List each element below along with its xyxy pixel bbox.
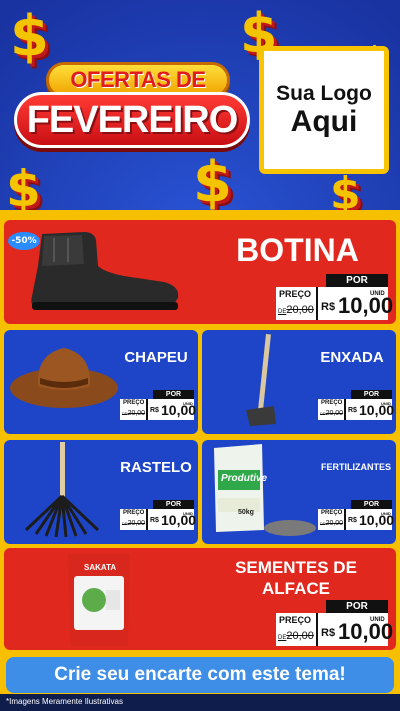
price-por-label: POR xyxy=(351,500,392,509)
currency-symbol: R$ xyxy=(321,627,336,639)
price-old: PREÇO DE20,00 xyxy=(120,399,146,420)
unit-label: UNID xyxy=(370,291,385,297)
product-name: RASTELO xyxy=(120,459,192,476)
create-flyer-button[interactable]: Crie seu encarte com este tema! xyxy=(6,657,394,693)
price-por-label: POR xyxy=(351,390,392,399)
price-old: PREÇO DE20,00 xyxy=(276,613,316,646)
old-price: DE20,00 xyxy=(122,520,146,527)
price-old: PREÇO DE20,00 xyxy=(318,509,344,530)
currency-symbol: R$ xyxy=(321,301,336,313)
bag-brand: Produtive xyxy=(221,473,268,484)
price-new: R$ 10,00 UNID xyxy=(316,287,393,320)
price-preco-label: PREÇO xyxy=(321,510,343,516)
boot-icon xyxy=(31,232,179,310)
product-name-line2: ALFACE xyxy=(262,579,330,598)
price-por-label: POR xyxy=(326,274,388,287)
price-old: PREÇO DE20,00 xyxy=(120,509,146,530)
unit-label: UNID xyxy=(381,401,391,406)
unit-label: UNID xyxy=(381,511,391,516)
price-preco-label: PREÇO xyxy=(123,510,145,516)
product-name-line1: SEMENTES DE xyxy=(235,558,357,577)
product-name: CHAPEU xyxy=(124,349,188,366)
currency-symbol: R$ xyxy=(150,517,159,524)
product-name: ENXADA xyxy=(320,349,384,366)
logo-text-line2: Aqui xyxy=(290,105,358,139)
old-price: DE20,00 xyxy=(320,410,344,417)
product-name: SEMENTES DE ALFACE xyxy=(214,557,378,599)
price-new: R$ 10,00 UNID xyxy=(146,509,196,530)
unit-label: UNID xyxy=(370,617,385,623)
price-old: PREÇO DE20,00 xyxy=(318,399,344,420)
old-price: DE20,00 xyxy=(320,520,344,527)
header-title: OFERTAS DE FEVEREIRO xyxy=(14,62,250,154)
price-preco-label: PREÇO xyxy=(279,289,312,299)
product-name: FERTILIZANTES xyxy=(321,462,391,472)
price-preco-label: PREÇO xyxy=(321,400,343,406)
currency-symbol: R$ xyxy=(348,407,357,414)
currency-symbol: R$ xyxy=(348,517,357,524)
rake-icon xyxy=(24,442,100,538)
packet-brand: SAKATA xyxy=(84,563,117,572)
title-line2-badge: FEVEREIRO xyxy=(14,92,250,148)
title-line2: FEVEREIRO xyxy=(26,98,239,141)
unit-label: UNID xyxy=(183,401,193,406)
hat-icon xyxy=(10,348,118,408)
price-tag: POR PREÇO DE20,00 R$ 10,00 UNID xyxy=(276,600,393,646)
price-tag: POR PREÇO DE20,00 R$ 10,00 UNID xyxy=(276,274,393,320)
price-tag: POR PREÇO DE20,00 R$ 10,00 UNID xyxy=(120,500,196,530)
bag-weight: 50kg xyxy=(238,509,254,516)
dollar-sign-icon: $ xyxy=(193,150,232,215)
price-old: PREÇO DE20,00 xyxy=(276,287,316,320)
flyer-page: $ $ $ $ $ $ OFERTAS DE FEVEREIRO Sua Log… xyxy=(0,0,400,711)
dollar-sign-icon: $ xyxy=(10,4,49,69)
price-por-label: POR xyxy=(326,600,388,613)
old-price: DE20,00 xyxy=(278,630,314,642)
discount-badge: -50% xyxy=(8,232,40,250)
price-tag: POR PREÇO DE20,00 R$ 10,00 UNID xyxy=(318,390,394,420)
price-new: R$ 10,00 UNID xyxy=(344,509,394,530)
product-name: BOTINA xyxy=(236,232,359,268)
old-price: DE20,00 xyxy=(122,410,146,417)
footer-bar: *Imagens Meramente Ilustrativas xyxy=(0,694,400,711)
logo-placeholder[interactable]: Sua Logo Aqui xyxy=(259,46,389,174)
disclaimer-text: *Imagens Meramente Ilustrativas xyxy=(6,697,123,706)
price-por-label: POR xyxy=(153,500,194,509)
price-preco-label: PREÇO xyxy=(123,400,145,406)
currency-symbol: R$ xyxy=(150,407,159,414)
price-tag: POR PREÇO DE20,00 R$ 10,00 UNID xyxy=(318,500,394,530)
price-new: R$ 10,00 UNID xyxy=(316,613,393,646)
price-new: R$ 10,00 UNID xyxy=(344,399,394,420)
title-line1: OFERTAS DE xyxy=(70,67,206,92)
fertilizer-bag-icon xyxy=(214,444,316,536)
logo-text-line1: Sua Logo xyxy=(276,81,372,105)
hoe-icon xyxy=(246,333,276,426)
unit-label: UNID xyxy=(183,511,193,516)
price-tag: POR PREÇO DE20,00 R$ 10,00 UNID xyxy=(120,390,196,420)
price-preco-label: PREÇO xyxy=(279,615,312,625)
create-flyer-label: Crie seu encarte com este tema! xyxy=(54,664,346,685)
price-por-label: POR xyxy=(153,390,194,399)
old-price: DE20,00 xyxy=(278,304,314,316)
price-new: R$ 10,00 UNID xyxy=(146,399,196,420)
